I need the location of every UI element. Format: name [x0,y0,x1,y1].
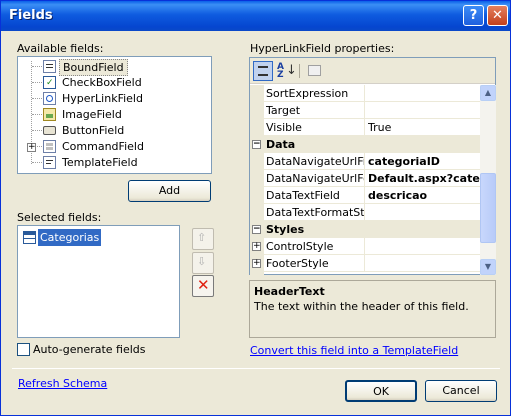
tree-item-label: HyperLinkField [62,92,143,105]
tree-item-label: TemplateField [62,156,138,169]
category-styles[interactable]: − Styles [250,221,480,238]
delete-field-button[interactable]: ✕ [192,275,214,297]
prop-name: ControlStyle [266,240,334,253]
prop-row-datanavigateurlformat[interactable]: DataNavigateUrlFor Default.aspx?catego [250,170,480,187]
tree-item-buttonfield[interactable]: ButtonField [18,123,211,139]
sort-arrow-icon: ↓ [286,63,297,78]
buttonfield-icon [43,126,56,135]
down-arrow-icon: ⇩ [197,255,207,268]
templatefield-icon [43,156,56,169]
category-data[interactable]: − Data [250,136,480,153]
description-title: HeaderText [254,285,325,298]
convert-templatefield-link[interactable]: Convert this field into a TemplateField [250,344,458,357]
prop-row-footerstyle[interactable]: + FooterStyle [250,255,480,272]
collapse-minus-icon[interactable]: − [252,140,261,149]
commandfield-icon [43,140,56,153]
imagefield-icon [43,108,56,121]
tree-item-imagefield[interactable]: ImageField [18,107,211,123]
scroll-up-icon[interactable]: ▲ [480,85,496,101]
tree-item-templatefield[interactable]: TemplateField [18,155,211,171]
property-pages-button[interactable] [305,61,325,81]
tree-item-hyperlinkfield[interactable]: HyperLinkField [18,91,211,107]
prop-value[interactable]: True [368,121,480,134]
alphabetical-button[interactable]: AZ ↓ [275,61,297,81]
property-toolbar: AZ ↓ [250,58,495,84]
sort-az-icon: AZ [277,62,284,80]
property-description: HeaderText The text within the header of… [249,280,496,338]
available-fields-tree[interactable]: BoundField ✓ CheckBoxField HyperLinkFiel… [17,56,212,174]
tree-item-label: BoundField [59,59,128,76]
tree-item-label: ImageField [62,108,122,121]
tree-item-label: ButtonField [62,124,125,137]
expand-plus-icon[interactable]: + [27,143,36,152]
scroll-thumb[interactable] [480,173,496,243]
prop-name: SortExpression [266,87,349,100]
move-up-button[interactable]: ⇧ [192,228,214,250]
description-text: The text within the header of this field… [254,300,469,313]
collapse-minus-icon[interactable]: − [252,225,261,234]
hyperlinkfield-icon [43,92,56,105]
prop-row-sortexpression[interactable]: SortExpression [250,85,480,102]
properties-label: HyperLinkField properties: [250,42,395,55]
prop-value[interactable]: Default.aspx?catego [368,172,480,185]
property-grid-scrollbar[interactable]: ▲ ▼ [480,85,496,275]
tree-item-checkboxfield[interactable]: ✓ CheckBoxField [18,75,211,91]
prop-value[interactable]: descricao [368,189,480,202]
title-bar: Fields ? ✕ [1,1,510,31]
add-button[interactable]: Add [128,180,211,202]
prop-row-controlstyle[interactable]: + ControlStyle [250,238,480,255]
cancel-button[interactable]: Cancel [425,380,497,402]
fields-dialog: Fields ? ✕ Available fields: BoundField … [0,0,511,416]
prop-row-target[interactable]: Target [250,102,480,119]
close-button[interactable]: ✕ [487,5,508,26]
tree-item-commandfield[interactable]: + CommandField [18,139,211,155]
prop-name: Target [266,104,301,117]
property-pages-icon [308,65,321,76]
prop-name: DataTextField [266,189,340,202]
prop-row-visible[interactable]: Visible True [250,119,480,136]
expand-plus-icon[interactable]: + [252,259,261,268]
available-fields-label: Available fields: [17,42,104,55]
ok-button[interactable]: OK [345,380,417,402]
prop-name: DataNavigateUrlFor [266,172,364,185]
scroll-down-icon[interactable]: ▼ [480,259,496,275]
checkboxfield-icon: ✓ [43,76,56,89]
delete-x-icon: ✕ [197,276,210,294]
prop-name: FooterStyle [266,257,329,270]
expand-plus-icon[interactable]: + [252,242,261,251]
prop-value[interactable]: categoriaID [368,155,480,168]
move-down-button[interactable]: ⇩ [192,252,214,274]
help-button[interactable]: ? [463,5,484,26]
selected-item-categorias[interactable]: Categorias [21,229,102,246]
autogen-checkbox[interactable] [17,343,30,356]
prop-row-datatextfield[interactable]: DataTextField descricao [250,187,480,204]
tree-item-boundfield[interactable]: BoundField [18,59,211,76]
up-arrow-icon: ⇧ [197,231,207,244]
prop-name: DataNavigateUrlFiel [266,155,364,168]
prop-name: DataTextFormatStri [266,206,364,219]
categorized-icon [258,66,268,76]
prop-row-datatextformatstring[interactable]: DataTextFormatStri [250,204,480,221]
tree-item-label: CheckBoxField [62,76,142,89]
selected-fields-list[interactable]: Categorias [17,225,180,338]
table-icon [23,231,36,244]
prop-row-datanavigateurlfields[interactable]: DataNavigateUrlFiel categoriaID [250,153,480,170]
categorized-button[interactable] [253,61,273,81]
property-grid: AZ ↓ SortExpression Target Visible True … [249,57,496,275]
dialog-title: Fields [9,8,53,23]
refresh-schema-link[interactable]: Refresh Schema [18,377,107,390]
autogen-label: Auto-generate fields [33,343,146,356]
category-label: Styles [266,223,305,236]
prop-name: Visible [266,121,302,134]
category-label: Data [266,138,296,151]
selected-item-label: Categorias [38,229,102,246]
selected-fields-label: Selected fields: [17,211,102,224]
tree-item-label: CommandField [62,140,144,153]
boundfield-icon [43,60,56,73]
